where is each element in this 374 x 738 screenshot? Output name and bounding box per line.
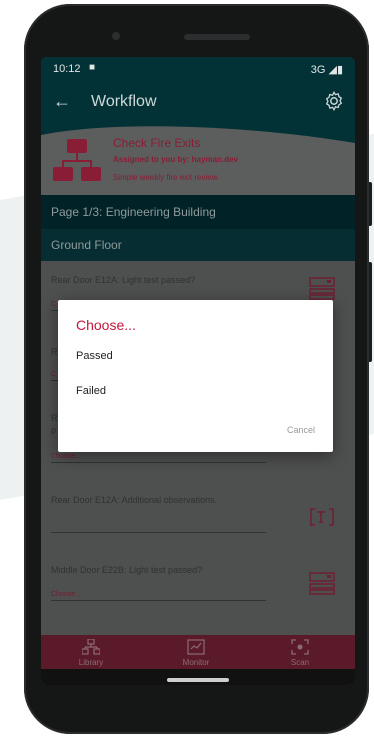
question-label-line2: p (51, 425, 57, 435)
back-arrow-icon[interactable]: ← (53, 91, 71, 112)
home-indicator[interactable] (167, 678, 229, 682)
nav-monitor-label: Monitor (182, 658, 210, 667)
scan-icon (291, 639, 309, 655)
page-title: Workflow (91, 93, 157, 110)
workflow-header: Check Fire Exits Assigned to you by: hay… (41, 125, 355, 195)
app-bar: ← Workflow (41, 81, 355, 125)
gear-icon[interactable] (323, 90, 345, 112)
status-bar: 10:12 ■ 3G ◢▮ (41, 57, 355, 81)
text-answer-field[interactable] (51, 523, 266, 533)
cancel-button[interactable]: Cancel (287, 425, 315, 435)
nav-scan[interactable]: Scan (265, 639, 335, 667)
workflow-title: Check Fire Exits (113, 136, 201, 150)
section-header: Ground Floor (41, 229, 355, 261)
text-input-icon[interactable] (309, 505, 335, 529)
page-indicator: Page 1/3: Engineering Building (41, 195, 355, 229)
camera (112, 32, 120, 40)
keyboard-select-icon[interactable] (309, 277, 335, 301)
question-label: R (51, 347, 58, 357)
nav-monitor[interactable]: Monitor (161, 639, 231, 667)
status-time: 10:12 (53, 63, 81, 75)
keyboard-select-icon[interactable] (309, 572, 335, 596)
question-label: R (51, 413, 58, 423)
hierarchy-icon (53, 139, 101, 181)
assigned-by: Assigned to you by: hayman.dev (113, 155, 238, 164)
monitor-icon (187, 639, 205, 655)
answer-select[interactable]: Choose... (51, 453, 266, 463)
nav-library-label: Library (78, 658, 104, 667)
status-icons: ■ (89, 62, 96, 73)
nav-scan-label: Scan (290, 658, 310, 667)
hierarchy-icon (82, 639, 100, 655)
system-nav-bar (41, 669, 355, 685)
choose-dialog: Choose... Passed Failed Cancel (58, 300, 333, 452)
dialog-title: Choose... (76, 317, 136, 333)
option-failed[interactable]: Failed (76, 385, 106, 397)
question-label: Rear Door E12A: Light test passed? (51, 275, 196, 285)
workflow-description: Simple weekly fire exit review. (113, 173, 220, 182)
speaker (184, 34, 250, 40)
network-indicator: 3G ◢▮ (310, 64, 343, 76)
answer-select[interactable]: Choose... (51, 591, 266, 601)
option-passed[interactable]: Passed (76, 350, 113, 362)
nav-library[interactable]: Library (56, 639, 126, 667)
question-label: Middle Door E22B: Light test passed? (51, 565, 203, 575)
question-label: Rear Door E12A: Additional observations. (51, 495, 218, 505)
